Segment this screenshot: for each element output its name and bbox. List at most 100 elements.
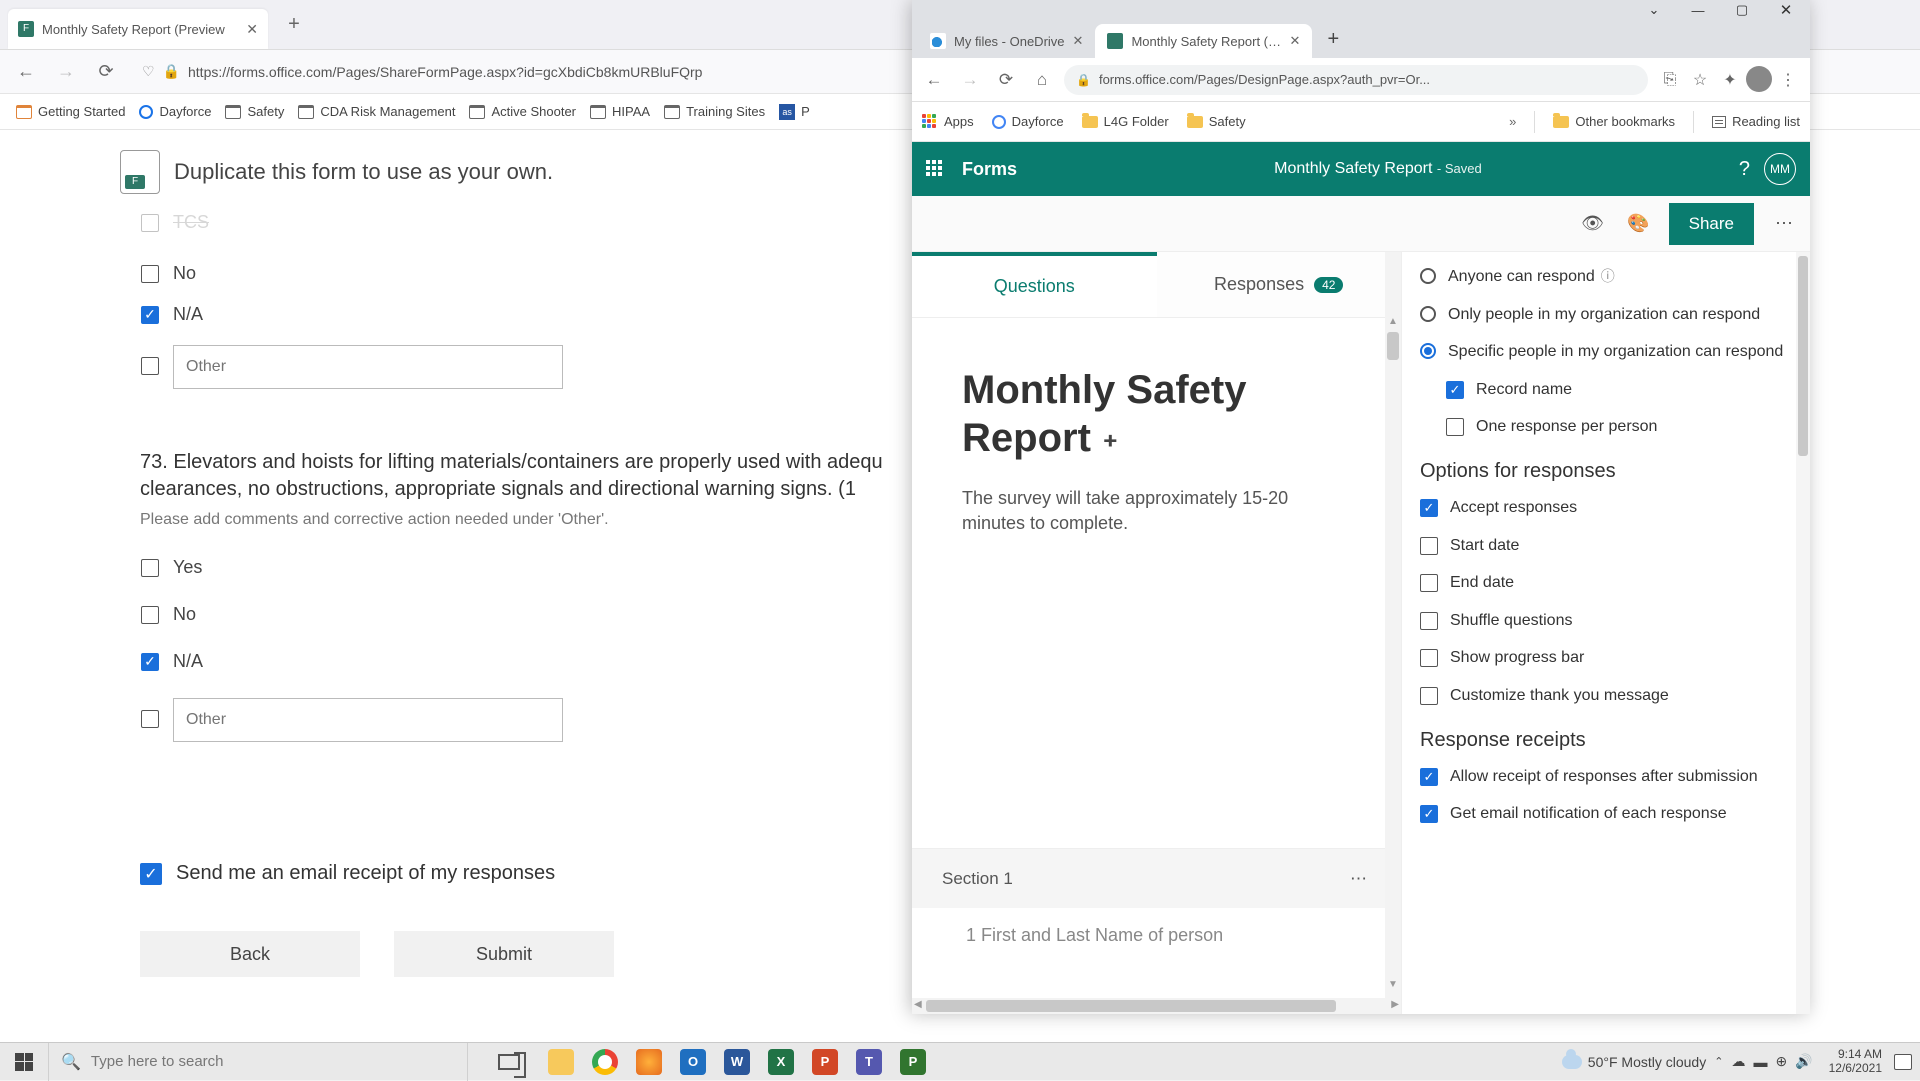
end-date-row[interactable]: End date [1420,572,1806,594]
preview-icon[interactable]: 👁 [1577,213,1609,234]
forward-icon[interactable]: → [956,66,984,94]
checkbox-checked[interactable]: ✓ [140,863,162,885]
checkbox[interactable] [141,265,159,283]
teams-app-icon[interactable]: T [856,1049,882,1075]
info-icon[interactable]: ⓘ [1601,268,1615,284]
other-bookmarks[interactable]: Other bookmarks [1553,114,1675,129]
bookmark-dayforce[interactable]: Dayforce [992,114,1064,129]
checkbox-checked[interactable]: ✓ [141,653,159,671]
tray-overflow-icon[interactable]: ⌃ [1714,1055,1723,1068]
project-app-icon[interactable]: P [900,1049,926,1075]
powerpoint-app-icon[interactable]: P [812,1049,838,1075]
bookmark-safety[interactable]: Safety [1187,114,1246,129]
settings-scrollbar[interactable] [1796,252,1810,1014]
bookmark-safety[interactable]: Safety [225,104,284,119]
bookmark-truncated[interactable]: asP [779,104,810,120]
install-app-icon[interactable]: ⎘ [1656,66,1684,94]
scroll-down-icon[interactable]: ▼ [1388,979,1398,990]
who-org-row[interactable]: Only people in my organization can respo… [1420,304,1806,326]
network-tray-icon[interactable]: ⊕ [1775,1053,1787,1070]
star-icon[interactable]: ☆ [1686,66,1714,94]
outlook-app-icon[interactable]: O [680,1049,706,1075]
one-response-row[interactable]: One response per person [1446,416,1806,438]
theme-icon[interactable]: 🎨 [1623,213,1655,234]
bookmark-hipaa[interactable]: HIPAA [590,104,650,119]
customize-thankyou-row[interactable]: Customize thank you message [1420,685,1806,707]
kebab-menu-icon[interactable]: ⋮ [1774,66,1802,94]
chrome-tab-forms[interactable]: Monthly Safety Report (Edit ✕ [1095,24,1312,58]
checkbox[interactable] [141,214,159,232]
back-icon[interactable]: ← [920,66,948,94]
back-button[interactable]: Back [140,931,360,977]
word-app-icon[interactable]: W [724,1049,750,1075]
scroll-thumb[interactable] [926,1000,1336,1012]
form-description[interactable]: The survey will take approximately 15-20… [962,486,1322,536]
forms-app-name[interactable]: Forms [962,159,1017,180]
close-tab-icon[interactable]: ✕ [1073,33,1084,49]
radio[interactable] [1420,306,1436,322]
taskbar-search[interactable]: 🔍Type here to search [48,1043,468,1081]
weather-widget[interactable]: 50°F Mostly cloudy [1562,1054,1706,1070]
checkbox-checked-focused[interactable]: ✓ [1446,381,1464,399]
reload-icon[interactable]: ⟳ [92,58,120,86]
scroll-up-icon[interactable]: ▲ [1388,316,1398,327]
home-icon[interactable]: ⌂ [1028,66,1056,94]
checkbox[interactable] [1420,574,1438,592]
maximize-icon[interactable]: ▢ [1720,0,1764,20]
who-specific-row[interactable]: Specific people in my organization can r… [1420,341,1806,363]
extensions-icon[interactable]: ✦ [1716,66,1744,94]
profile-avatar[interactable] [1746,66,1772,92]
checkbox-checked[interactable]: ✓ [1420,805,1438,823]
chrome-urlbar[interactable]: 🔒 forms.office.com/Pages/DesignPage.aspx… [1064,65,1648,95]
share-button[interactable]: Share [1669,203,1754,245]
checkbox-checked[interactable]: ✓ [141,306,159,324]
tab-questions[interactable]: Questions [912,252,1157,317]
checkbox[interactable] [141,710,159,728]
scroll-right-icon[interactable]: ▶ [1391,999,1399,1010]
close-tab-icon[interactable]: ✕ [1289,33,1300,49]
firefox-app-icon[interactable] [636,1049,662,1075]
progress-bar-row[interactable]: Show progress bar [1420,647,1806,669]
radio-selected[interactable] [1420,343,1436,359]
bookmark-l4g[interactable]: L4G Folder [1082,114,1169,129]
section-more-icon[interactable]: ⋯ [1350,869,1367,889]
onedrive-tray-icon[interactable]: ☁ [1731,1053,1745,1070]
start-button[interactable] [0,1043,48,1081]
app-launcher-icon[interactable] [926,160,944,178]
checkbox[interactable] [1420,537,1438,555]
bookmark-getting-started[interactable]: Getting Started [16,104,125,119]
start-date-row[interactable]: Start date [1420,535,1806,557]
vertical-scrollbar[interactable]: ▲ ▼ [1385,252,1401,1014]
bookmark-active-shooter[interactable]: Active Shooter [469,104,576,119]
bookmarks-overflow-icon[interactable]: » [1509,114,1516,129]
excel-app-icon[interactable]: X [768,1049,794,1075]
battery-tray-icon[interactable]: ▬ [1753,1054,1767,1070]
record-name-row[interactable]: ✓Record name [1446,379,1806,401]
other-input[interactable] [173,698,563,742]
reload-icon[interactable]: ⟳ [992,66,1020,94]
bookmark-dayforce[interactable]: Dayforce [139,104,211,119]
horizontal-scrollbar[interactable]: ◀ ▶ [912,998,1401,1014]
checkbox[interactable] [1420,612,1438,630]
checkbox-checked[interactable]: ✓ [1420,768,1438,786]
accept-responses-row[interactable]: ✓Accept responses [1420,497,1806,519]
taskbar-clock[interactable]: 9:14 AM 12/6/2021 [1829,1048,1882,1074]
forward-icon[interactable]: → [52,58,80,86]
chrome-app-icon[interactable] [592,1049,618,1075]
close-icon[interactable]: ✕ [1764,0,1808,20]
firefox-new-tab-button[interactable]: + [282,13,306,36]
checkbox[interactable] [141,606,159,624]
checkbox[interactable] [1420,687,1438,705]
submit-button[interactable]: Submit [394,931,614,977]
form-title[interactable]: Monthly Safety Reportᚐ [962,366,1369,462]
action-center-icon[interactable] [1894,1054,1912,1070]
scroll-left-icon[interactable]: ◀ [914,999,922,1010]
chrome-new-tab-button[interactable]: + [1320,28,1346,51]
email-notify-row[interactable]: ✓Get email notification of each response [1420,803,1806,825]
help-icon[interactable]: ? [1739,158,1750,181]
forms-canvas[interactable]: Monthly Safety Reportᚐ The survey will t… [912,318,1401,958]
close-tab-icon[interactable]: ✕ [246,21,258,38]
apps-shortcut[interactable]: Apps [922,114,974,130]
shuffle-row[interactable]: Shuffle questions [1420,610,1806,632]
more-icon[interactable]: ⋯ [1768,213,1800,234]
